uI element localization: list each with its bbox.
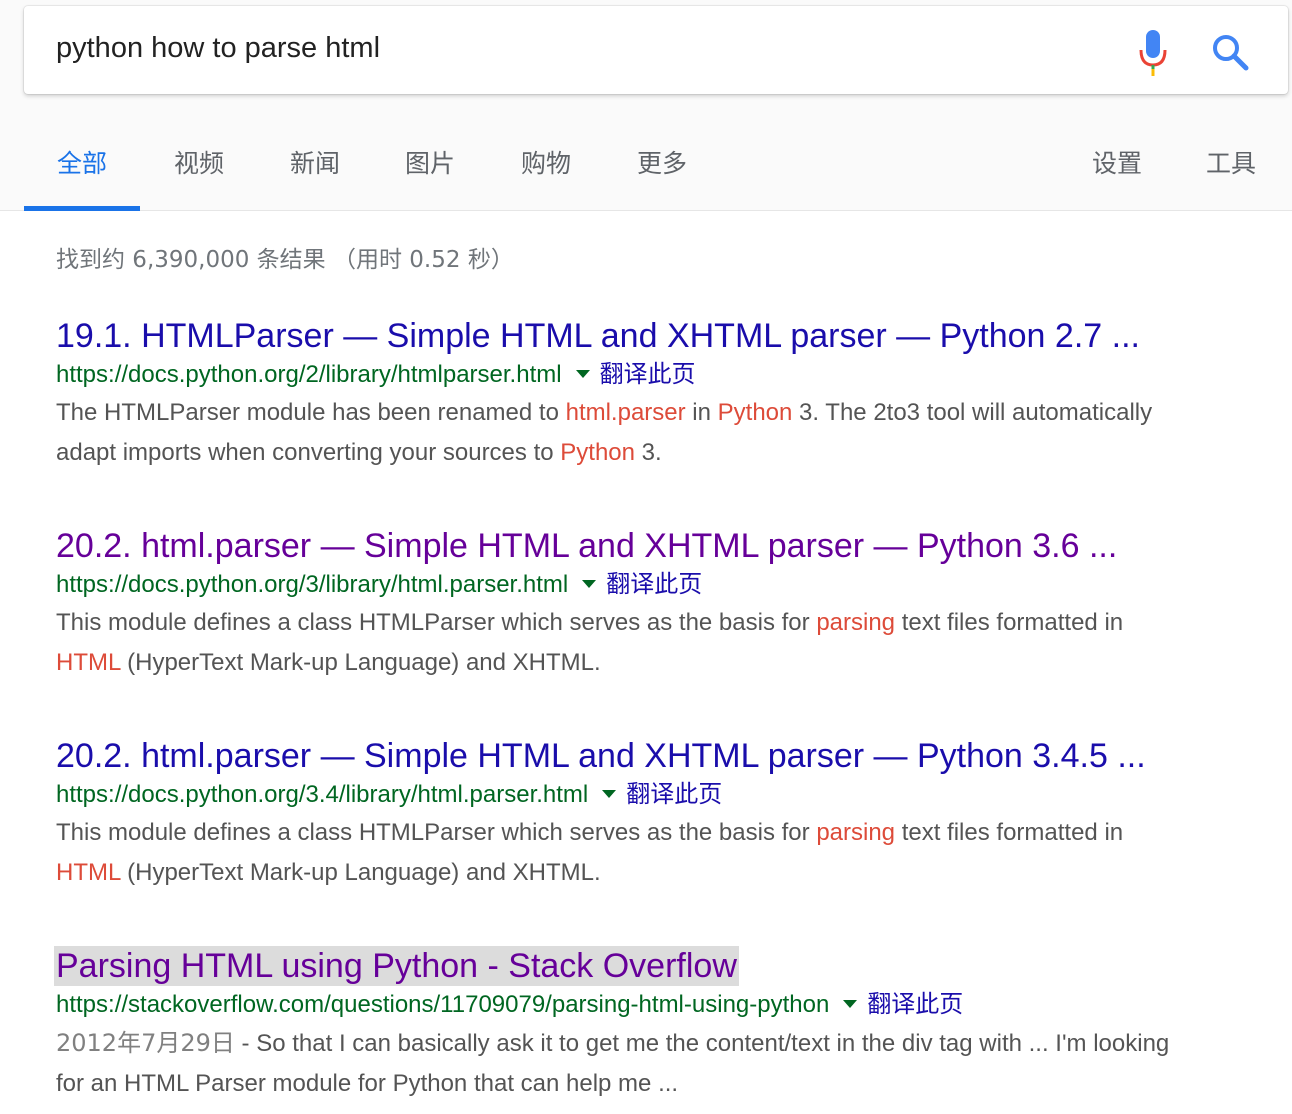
- tab-settings[interactable]: 设置: [1082, 124, 1152, 211]
- tab-news[interactable]: 新闻: [280, 124, 350, 211]
- result-url: https://docs.python.org/3/library/html.p…: [56, 568, 1266, 601]
- result-stats: 找到约 6,390,000 条结果 （用时 0.52 秒）: [56, 247, 514, 273]
- result-url: https://docs.python.org/3.4/library/html…: [56, 778, 1266, 811]
- dropdown-caret-icon[interactable]: [582, 580, 597, 589]
- translate-link[interactable]: 翻译此页: [606, 570, 702, 598]
- top-bar: 全部 视频 新闻 图片 购物 更多 设置 工具: [0, 0, 1292, 211]
- result-url-text: https://docs.python.org/3.4/library/html…: [56, 781, 589, 808]
- snippet-text: - So that I can basically ask it to get …: [234, 1030, 1170, 1057]
- snippet-highlight: HTML: [56, 649, 121, 676]
- translate-link[interactable]: 翻译此页: [600, 360, 696, 388]
- snippet-text: in: [685, 399, 718, 426]
- result-snippet: This module defines a class HTMLParser w…: [56, 813, 1266, 893]
- snippet-highlight: parsing: [816, 609, 896, 636]
- result-url-text: https://docs.python.org/2/library/htmlpa…: [56, 361, 562, 388]
- result-url: https://docs.python.org/2/library/htmlpa…: [56, 358, 1266, 391]
- snippet-text: text files formatted in: [895, 819, 1124, 846]
- translate-link[interactable]: 翻译此页: [867, 990, 963, 1018]
- search-result: Parsing HTML using Python - Stack Overfl…: [54, 946, 1266, 1104]
- tab-videos[interactable]: 视频: [164, 124, 234, 211]
- dropdown-caret-icon[interactable]: [843, 1000, 858, 1009]
- result-snippet: The HTMLParser module has been renamed t…: [56, 393, 1266, 473]
- result-title-link[interactable]: Parsing HTML using Python - Stack Overfl…: [54, 946, 739, 986]
- result-url-text: https://docs.python.org/3/library/html.p…: [56, 571, 569, 598]
- snippet-highlight: Python: [560, 439, 635, 466]
- snippet-text: text files formatted in: [895, 609, 1124, 636]
- snippet-text: 3.: [634, 439, 662, 466]
- snippet-text: The HTMLParser module has been renamed t…: [56, 399, 566, 426]
- result-title-link[interactable]: 20.2. html.parser — Simple HTML and XHTM…: [56, 526, 1117, 566]
- snippet-highlight: parsing: [816, 819, 896, 846]
- snippet-highlight: HTML: [56, 859, 121, 886]
- microphone-icon[interactable]: [1138, 30, 1168, 76]
- snippet-highlight: Python: [717, 399, 793, 426]
- result-title-link[interactable]: 20.2. html.parser — Simple HTML and XHTM…: [56, 736, 1146, 776]
- tab-all[interactable]: 全部: [24, 124, 140, 211]
- result-url: https://stackoverflow.com/questions/1170…: [56, 988, 1266, 1021]
- snippet-text: (HyperText Mark-up Language) and XHTML.: [120, 649, 601, 676]
- tab-images[interactable]: 图片: [395, 124, 465, 211]
- search-icon[interactable]: [1210, 32, 1250, 72]
- snippet-text: 3. The 2to3 tool will automatically: [792, 399, 1153, 426]
- search-result: 19.1. HTMLParser — Simple HTML and XHTML…: [56, 316, 1266, 473]
- result-title-link[interactable]: 19.1. HTMLParser — Simple HTML and XHTML…: [56, 316, 1140, 356]
- snippet-text: adapt imports when converting your sourc…: [56, 439, 561, 466]
- tab-more[interactable]: 更多: [627, 124, 697, 211]
- search-box[interactable]: [24, 6, 1288, 94]
- search-tabs: 全部 视频 新闻 图片 购物 更多 设置 工具: [24, 124, 1264, 211]
- dropdown-caret-icon[interactable]: [575, 370, 590, 379]
- snippet-text: This module defines a class HTMLParser w…: [56, 819, 817, 846]
- result-date: 2012年7月29日: [56, 1029, 235, 1057]
- tab-tools[interactable]: 工具: [1196, 124, 1266, 211]
- search-result: 20.2. html.parser — Simple HTML and XHTM…: [56, 526, 1266, 683]
- snippet-highlight: html.parser: [565, 399, 686, 426]
- snippet-text: This module defines a class HTMLParser w…: [56, 609, 817, 636]
- search-input[interactable]: [56, 32, 1116, 65]
- tab-shopping[interactable]: 购物: [511, 124, 581, 211]
- dropdown-caret-icon[interactable]: [602, 790, 617, 799]
- search-result: 20.2. html.parser — Simple HTML and XHTM…: [56, 736, 1266, 893]
- result-snippet: This module defines a class HTMLParser w…: [56, 603, 1266, 683]
- result-snippet: 2012年7月29日 - So that I can basically ask…: [56, 1023, 1266, 1104]
- translate-link[interactable]: 翻译此页: [626, 780, 722, 808]
- result-url-text: https://stackoverflow.com/questions/1170…: [56, 991, 830, 1018]
- snippet-text: for an HTML Parser module for Python tha…: [56, 1070, 679, 1097]
- snippet-text: (HyperText Mark-up Language) and XHTML.: [120, 859, 601, 886]
